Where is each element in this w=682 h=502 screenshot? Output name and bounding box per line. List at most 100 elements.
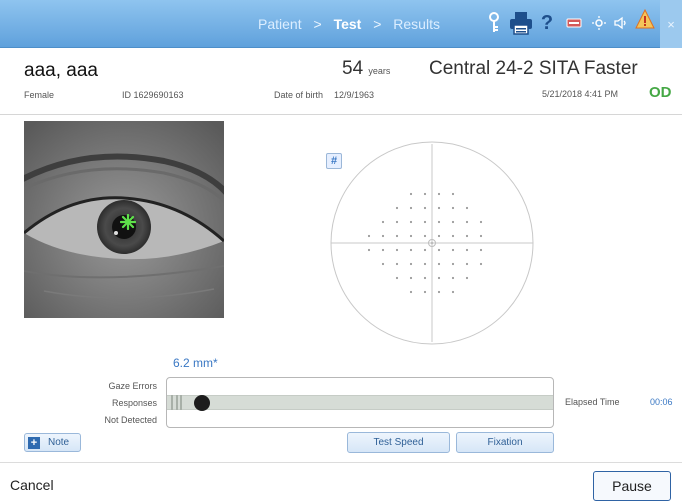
elapsed-time-label: Elapsed Time [565, 397, 620, 407]
brightness-icon[interactable] [590, 10, 608, 36]
stimulus-point [381, 262, 385, 266]
stimulus-point [423, 192, 427, 196]
crumb-separator: > [313, 16, 322, 32]
stimulus-point [395, 234, 399, 238]
patient-id: ID 1629690163 [122, 90, 184, 100]
stimulus-point [381, 248, 385, 252]
patient-sex: Female [24, 90, 55, 100]
stimulus-point [423, 206, 427, 210]
stimulus-point [423, 290, 427, 294]
stimulus-point [395, 206, 399, 210]
stimulus-point [423, 248, 427, 252]
pupil-diameter: 6.2 mm* [173, 356, 218, 370]
crumb-test[interactable]: Test [334, 16, 362, 32]
stimulus-point [437, 234, 441, 238]
divider [0, 462, 682, 463]
stimulus-point [423, 220, 427, 224]
keyboard-icon[interactable] [565, 10, 583, 36]
stimulus-point [465, 248, 469, 252]
stimulus-point [451, 262, 455, 266]
pause-button[interactable]: Pause [593, 471, 671, 501]
response-tick [180, 395, 182, 410]
plus-icon: + [28, 437, 40, 449]
response-tracker [166, 377, 554, 428]
age-unit: years [368, 66, 391, 76]
stimulus-point [409, 276, 413, 280]
progress-knob [194, 395, 210, 411]
stimulus-point [395, 276, 399, 280]
printer-icon[interactable] [508, 10, 534, 36]
stimulus-point [437, 192, 441, 196]
stimulus-point [423, 276, 427, 280]
stimulus-point [451, 206, 455, 210]
visual-field-grid [314, 134, 550, 357]
stimulus-point [479, 262, 483, 266]
age-value: 54 [342, 58, 364, 79]
patient-name: aaa, aaa [24, 60, 98, 81]
stimulus-point [451, 220, 455, 224]
stimulus-point [409, 262, 413, 266]
response-tick [171, 395, 173, 410]
help-icon[interactable]: ? [539, 10, 555, 36]
stimulus-point [409, 248, 413, 252]
volume-icon[interactable] [612, 10, 630, 36]
stimulus-point [451, 248, 455, 252]
stimulus-point [381, 220, 385, 224]
stimulus-point [395, 220, 399, 224]
stimulus-point [465, 220, 469, 224]
top-bar: Patient > Test > Results ? × [0, 0, 682, 48]
stimulus-point [437, 262, 441, 266]
not-detected-label: Not Detected [104, 415, 157, 425]
stimulus-point [465, 234, 469, 238]
stimulus-point [437, 276, 441, 280]
gaze-errors-label: Gaze Errors [108, 381, 157, 391]
perimetry-test-window: Patient > Test > Results ? × aaa, aaa Fe… [0, 0, 682, 502]
stimulus-point [437, 220, 441, 224]
stimulus-point [423, 234, 427, 238]
close-icon[interactable]: × [660, 0, 682, 48]
crumb-separator: > [373, 16, 382, 32]
stimulus-point [437, 290, 441, 294]
stimulus-point [409, 290, 413, 294]
response-tick [176, 395, 178, 410]
note-label: Note [48, 437, 70, 448]
alert-icon[interactable] [634, 6, 656, 32]
stimulus-point [437, 206, 441, 210]
eye-camera-view [24, 121, 224, 318]
test-speed-button[interactable]: Test Speed [347, 432, 450, 453]
dob-label: Date of birth [274, 90, 324, 100]
stimulus-point [409, 220, 413, 224]
responses-track [167, 395, 553, 410]
stimulus-point [395, 248, 399, 252]
divider [0, 114, 682, 115]
stimulus-point [479, 220, 483, 224]
stimulus-point [465, 206, 469, 210]
stimulus-point [409, 234, 413, 238]
fixation-marker-icon [119, 213, 137, 235]
dob-value: 12/9/1963 [334, 90, 375, 100]
responses-label: Responses [111, 398, 157, 408]
elapsed-time-value: 00:06 [650, 397, 673, 407]
key-icon[interactable] [486, 10, 502, 36]
crumb-patient[interactable]: Patient [258, 16, 302, 32]
eye-label: OD [649, 84, 672, 101]
stimulus-point [451, 192, 455, 196]
stimulus-point [451, 276, 455, 280]
test-datetime: 5/21/2018 4:41 PM [542, 89, 619, 99]
stimulus-point [465, 262, 469, 266]
stimulus-point [367, 234, 371, 238]
cancel-button[interactable]: Cancel [10, 477, 54, 493]
note-button[interactable]: + Note [24, 433, 81, 452]
stimulus-point [479, 234, 483, 238]
stimulus-point [451, 290, 455, 294]
stimulus-point [451, 234, 455, 238]
patient-age: 54 years [342, 58, 390, 80]
stimulus-point [367, 248, 371, 252]
crumb-results[interactable]: Results [393, 16, 440, 32]
fixation-button[interactable]: Fixation [456, 432, 554, 453]
stimulus-point [479, 248, 483, 252]
test-name: Central 24-2 SITA Faster [429, 58, 638, 79]
stimulus-point [465, 276, 469, 280]
stimulus-point [437, 248, 441, 252]
stimulus-point [409, 192, 413, 196]
